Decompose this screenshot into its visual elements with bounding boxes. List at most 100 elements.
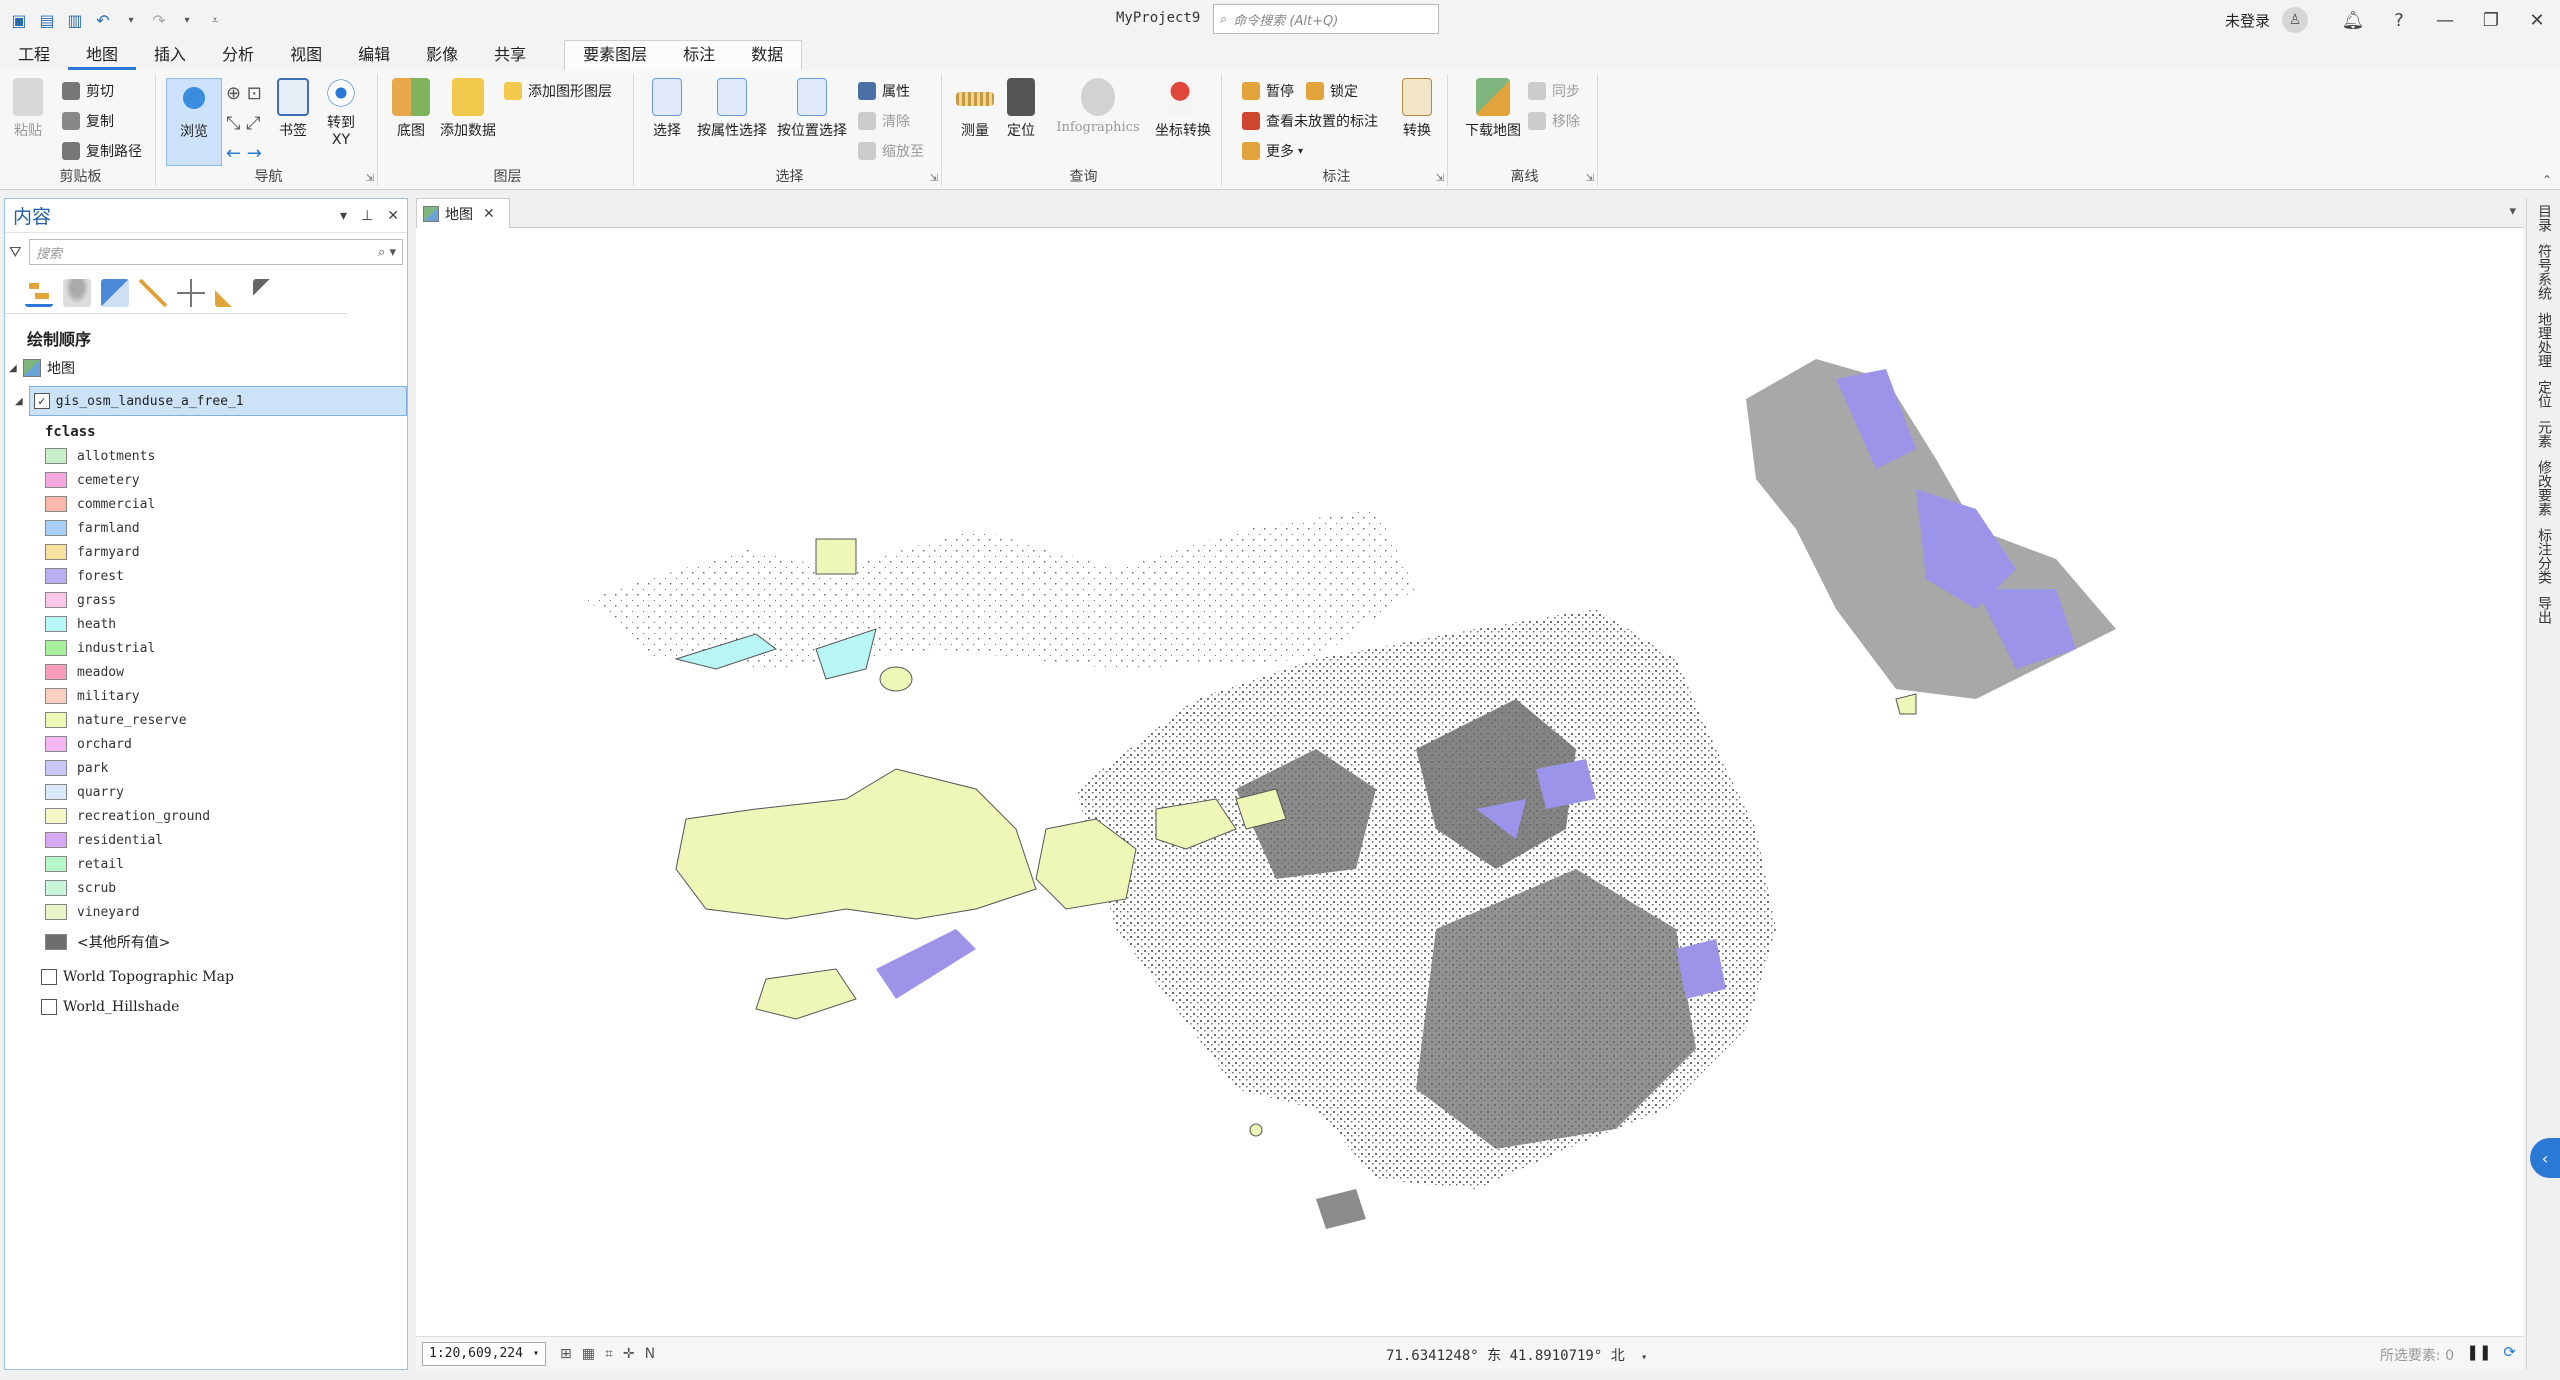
legend-item[interactable]: forest xyxy=(5,564,407,588)
grid-icon[interactable]: ▦ xyxy=(582,1346,595,1362)
list-by-snapping-icon[interactable] xyxy=(177,279,205,307)
sync-button[interactable]: 同步 xyxy=(1528,78,1580,104)
more-labeling-button[interactable]: 更多 ▾ xyxy=(1242,138,1303,164)
legend-swatch[interactable] xyxy=(45,688,67,704)
dock-tab-catalog[interactable]: 目录 xyxy=(2527,198,2560,238)
redo-icon[interactable]: ↷ xyxy=(148,9,170,31)
legend-item[interactable]: grass xyxy=(5,588,407,612)
collapse-ribbon-icon[interactable]: ⌃ xyxy=(2542,173,2552,187)
select-button[interactable]: 选择 xyxy=(640,78,694,158)
legend-item[interactable]: heath xyxy=(5,612,407,636)
legend-item[interactable]: farmyard xyxy=(5,540,407,564)
restore-button[interactable]: ❐ xyxy=(2468,10,2514,31)
layer-visibility-checkbox[interactable]: ✓ xyxy=(33,393,50,409)
legend-item[interactable]: retail xyxy=(5,852,407,876)
view-unplaced-button[interactable]: 查看未放置的标注 xyxy=(1242,108,1378,134)
user-avatar-icon[interactable]: ♙ xyxy=(2282,7,2308,33)
legend-item[interactable]: park xyxy=(5,756,407,780)
tab-share[interactable]: 共享 xyxy=(476,42,544,70)
legend-swatch[interactable] xyxy=(45,880,67,896)
sign-in-status[interactable]: 未登录 xyxy=(2225,10,2270,31)
locate-button[interactable]: 定位 xyxy=(998,78,1044,158)
attributes-button[interactable]: 属性 xyxy=(858,78,910,104)
pin-icon[interactable]: ⊥ xyxy=(361,208,373,224)
close-pane-icon[interactable]: ✕ xyxy=(387,208,399,224)
measure-button[interactable]: 测量 xyxy=(952,78,998,158)
tab-list-dropdown-icon[interactable]: ▾ xyxy=(2509,204,2516,219)
tab-labeling[interactable]: 标注 xyxy=(665,41,733,69)
open-project-icon[interactable]: ▤ xyxy=(36,9,58,31)
redo-dropdown-icon[interactable]: ▾ xyxy=(176,9,198,31)
basemap-button[interactable]: 底图 xyxy=(386,78,436,158)
legend-item[interactable]: vineyard xyxy=(5,900,407,924)
convert-labels-button[interactable]: 转换 xyxy=(1394,78,1440,158)
legend-swatch[interactable] xyxy=(45,472,67,488)
selection-launcher-icon[interactable]: ⇲ xyxy=(930,173,938,184)
list-by-labeling-icon[interactable] xyxy=(215,279,243,307)
legend-swatch[interactable] xyxy=(45,664,67,680)
dock-tab-geoprocessing[interactable]: 地理处理 xyxy=(2527,306,2560,374)
convert-coordinates-button[interactable]: 坐标转换 xyxy=(1150,78,1216,158)
layer-row-landuse[interactable]: ✓ gis_osm_landuse_a_free_1 xyxy=(28,386,407,416)
full-extent-icon[interactable]: ⊕ ⊡ xyxy=(226,80,262,106)
remove-offline-button[interactable]: 移除 xyxy=(1528,108,1580,134)
map-tree-node[interactable]: ◢ 地图 xyxy=(5,350,407,378)
legend-swatch[interactable] xyxy=(45,496,67,512)
contents-search-input[interactable]: 搜索 ⌕ ▾ xyxy=(29,239,403,265)
infographics-button[interactable]: Infographics xyxy=(1050,78,1146,158)
tab-feature-layer[interactable]: 要素图层 xyxy=(565,41,665,69)
legend-item[interactable]: farmland xyxy=(5,516,407,540)
select-by-attributes-button[interactable]: 按属性选择 xyxy=(692,78,772,158)
undo-dropdown-icon[interactable]: ▾ xyxy=(120,9,142,31)
extent-indicator-icon[interactable]: ⊞ xyxy=(560,1346,572,1362)
pane-options-icon[interactable]: ▾ xyxy=(340,208,347,224)
customize-qat-icon[interactable]: ⩡ xyxy=(204,9,226,31)
snapping-icon[interactable]: ⌗ xyxy=(605,1346,613,1362)
labeling-launcher-icon[interactable]: ⇲ xyxy=(1436,173,1444,184)
legend-item[interactable]: residential xyxy=(5,828,407,852)
list-by-perspective-icon[interactable] xyxy=(253,279,281,307)
legend-item[interactable]: commercial xyxy=(5,492,407,516)
navigate-launcher-icon[interactable]: ⇲ xyxy=(366,173,374,184)
legend-item[interactable]: allotments xyxy=(5,444,407,468)
undo-icon[interactable]: ↶ xyxy=(92,9,114,31)
legend-swatch[interactable] xyxy=(45,520,67,536)
pause-labeling-button[interactable]: 暂停 xyxy=(1242,78,1294,104)
tab-map[interactable]: 地图 xyxy=(68,42,137,70)
clear-selection-button[interactable]: 清除 xyxy=(858,108,910,134)
filter-icon[interactable]: ⛛ xyxy=(9,243,29,261)
goto-xy-button[interactable]: 转到 XY xyxy=(318,78,364,158)
legend-item[interactable]: cemetery xyxy=(5,468,407,492)
download-map-button[interactable]: 下载地图 xyxy=(1460,78,1526,158)
search-icon[interactable]: ⌕ ▾ xyxy=(378,245,396,260)
map-view-tab[interactable]: 地图 ✕ xyxy=(416,198,510,228)
dock-tab-modify-features[interactable]: 修改要素 xyxy=(2527,454,2560,522)
lock-labels-button[interactable]: 锁定 xyxy=(1306,78,1358,104)
map-scale-dropdown[interactable]: 1:20,609,224 ▾ xyxy=(422,1341,546,1366)
legend-swatch[interactable] xyxy=(45,808,67,824)
legend-swatch[interactable] xyxy=(45,832,67,848)
legend-swatch[interactable] xyxy=(45,568,67,584)
map-canvas[interactable] xyxy=(416,229,2524,1335)
cut-button[interactable]: 剪切 xyxy=(62,78,114,104)
north-arrow-icon[interactable]: N xyxy=(645,1346,655,1362)
dock-tab-export[interactable]: 导出 xyxy=(2527,590,2560,630)
legend-swatch[interactable] xyxy=(45,640,67,656)
copy-path-button[interactable]: 复制路径 xyxy=(62,138,142,164)
close-tab-icon[interactable]: ✕ xyxy=(483,206,495,222)
list-by-drawing-order-icon[interactable] xyxy=(25,279,53,307)
legend-swatch[interactable] xyxy=(45,448,67,464)
list-by-selection-icon[interactable] xyxy=(101,279,129,307)
crosshair-icon[interactable]: ✛ xyxy=(623,1346,635,1362)
basemap-visibility-checkbox[interactable] xyxy=(41,969,57,985)
legend-item[interactable]: orchard xyxy=(5,732,407,756)
close-window-button[interactable]: ✕ xyxy=(2514,10,2560,31)
fixed-zoom-icon[interactable]: ⤡ ⤢ xyxy=(226,110,261,136)
offline-launcher-icon[interactable]: ⇲ xyxy=(1586,173,1594,184)
tab-data[interactable]: 数据 xyxy=(733,41,801,69)
coordinate-format-dropdown-icon[interactable]: ▾ xyxy=(1641,1352,1647,1363)
command-search-input[interactable]: ⌕ 命令搜索 (Alt+Q) xyxy=(1213,4,1439,34)
explore-button[interactable]: 浏览 xyxy=(166,78,222,166)
legend-item[interactable]: nature_reserve xyxy=(5,708,407,732)
legend-item[interactable]: military xyxy=(5,684,407,708)
